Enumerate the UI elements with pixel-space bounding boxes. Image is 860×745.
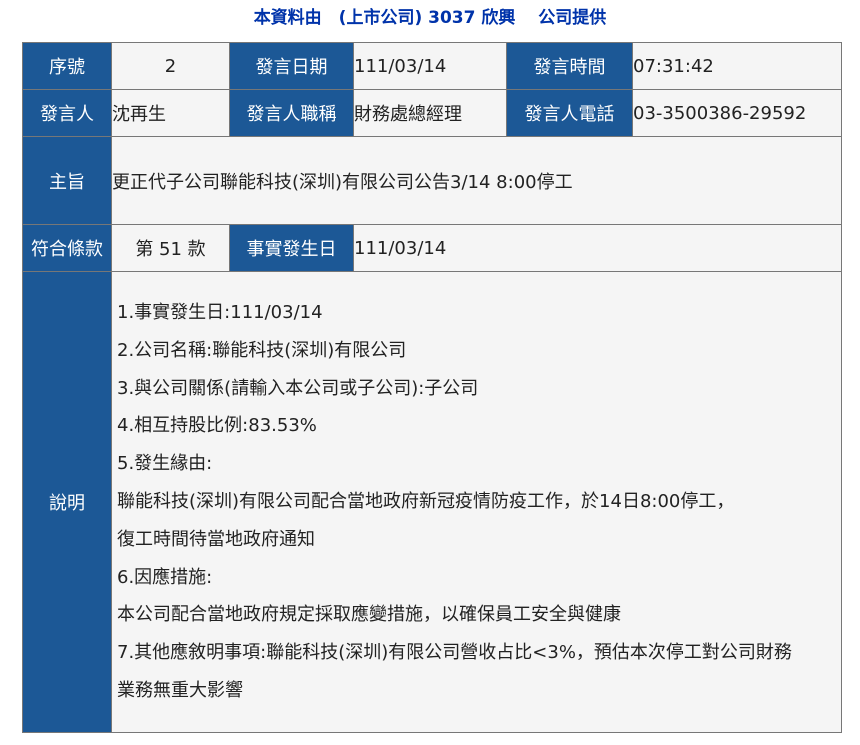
description-line: 3.與公司關係(請輸入本公司或子公司):子公司 xyxy=(117,377,479,399)
time-label: 發言時間 xyxy=(506,42,633,90)
date-value: 111/03/14 xyxy=(353,42,507,90)
description-label: 說明 xyxy=(22,271,112,733)
announcement-table: 序號 2 發言日期 111/03/14 發言時間 07:31:42 發言人 沈再… xyxy=(22,42,842,733)
description-line: 聯能科技(深圳)有限公司配合當地政府新冠疫情防疫工作，於14日8:00停工， xyxy=(117,490,735,512)
description-cell: 1.事實發生日:111/03/14 2.公司名稱:聯能科技(深圳)有限公司 3.… xyxy=(111,271,842,733)
table-row: 主旨 更正代子公司聯能科技(深圳)有限公司公告3/14 8:00停工 xyxy=(22,136,842,225)
time-value: 07:31:42 xyxy=(632,42,842,90)
table-row: 說明 1.事實發生日:111/03/14 2.公司名稱:聯能科技(深圳)有限公司… xyxy=(22,271,842,733)
speaker-title-label: 發言人職稱 xyxy=(229,89,354,137)
date-label: 發言日期 xyxy=(229,42,354,90)
clause-value: 第 51 款 xyxy=(111,224,230,272)
description-line: 7.其他應敘明事項:聯能科技(深圳)有限公司營收占比<3%，預估本次停工對公司財… xyxy=(117,642,792,664)
event-date-value: 111/03/14 xyxy=(353,224,842,272)
table-row: 序號 2 發言日期 111/03/14 發言時間 07:31:42 xyxy=(22,42,842,90)
seq-value: 2 xyxy=(111,42,230,90)
description-line: 本公司配合當地政府規定採取應變措施，以確保員工安全與健康 xyxy=(117,604,621,626)
seq-label: 序號 xyxy=(22,42,112,90)
description-line: 6.因應措施: xyxy=(117,566,213,588)
description-line: 1.事實發生日:111/03/14 xyxy=(117,302,323,323)
description-line: 業務無重大影響 xyxy=(117,679,243,701)
description-body: 1.事實發生日:111/03/14 2.公司名稱:聯能科技(深圳)有限公司 3.… xyxy=(113,272,841,731)
table-row: 發言人 沈再生 發言人職稱 財務處總經理 發言人電話 03-3500386-29… xyxy=(22,89,842,137)
subject-value: 更正代子公司聯能科技(深圳)有限公司公告3/14 8:00停工 xyxy=(111,136,842,225)
speaker-label: 發言人 xyxy=(22,89,112,137)
speaker-title-value: 財務處總經理 xyxy=(353,89,507,137)
description-line: 2.公司名稱:聯能科技(深圳)有限公司 xyxy=(117,339,407,361)
subject-label: 主旨 xyxy=(22,136,112,225)
description-line: 復工時間待當地政府通知 xyxy=(117,528,315,550)
description-line: 4.相互持股比例:83.53% xyxy=(117,415,317,437)
table-row: 符合條款 第 51 款 事實發生日 111/03/14 xyxy=(22,224,842,272)
clause-label: 符合條款 xyxy=(22,224,112,272)
event-date-label: 事實發生日 xyxy=(229,224,354,272)
description-line: 5.發生緣由: xyxy=(117,453,213,475)
speaker-phone-label: 發言人電話 xyxy=(506,89,633,137)
speaker-phone-value: 03-3500386-29592 xyxy=(632,89,842,137)
speaker-value: 沈再生 xyxy=(111,89,230,137)
page-title: 本資料由 (上市公司) 3037 欣興 公司提供 xyxy=(253,8,607,28)
